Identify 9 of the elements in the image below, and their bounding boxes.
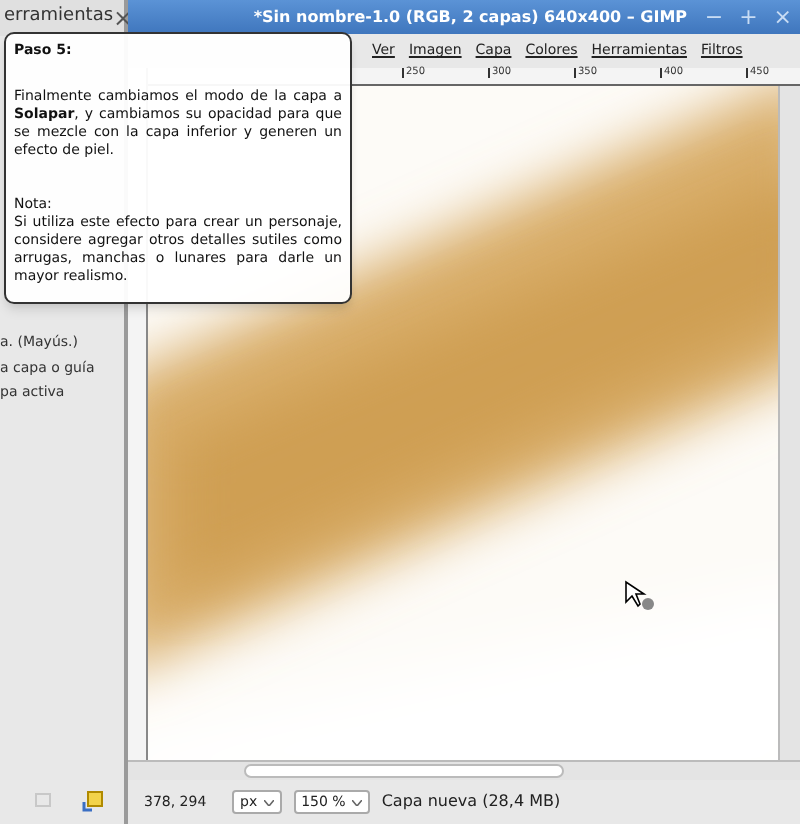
cursor-icon xyxy=(624,580,656,612)
caret-icon xyxy=(263,799,274,805)
layer-status: Capa nueva (28,4 MB) xyxy=(381,790,561,814)
layer-icon[interactable] xyxy=(82,790,104,812)
caret-icon xyxy=(351,799,362,805)
window-title: *Sin nombre-1.0 (RGB, 2 capas) 640x400 – GIMP xyxy=(253,5,688,29)
panel-title: erramientas xyxy=(4,4,114,31)
vertical-scrollbar[interactable] xyxy=(778,86,800,760)
horizontal-scrollbar[interactable] xyxy=(128,760,800,780)
